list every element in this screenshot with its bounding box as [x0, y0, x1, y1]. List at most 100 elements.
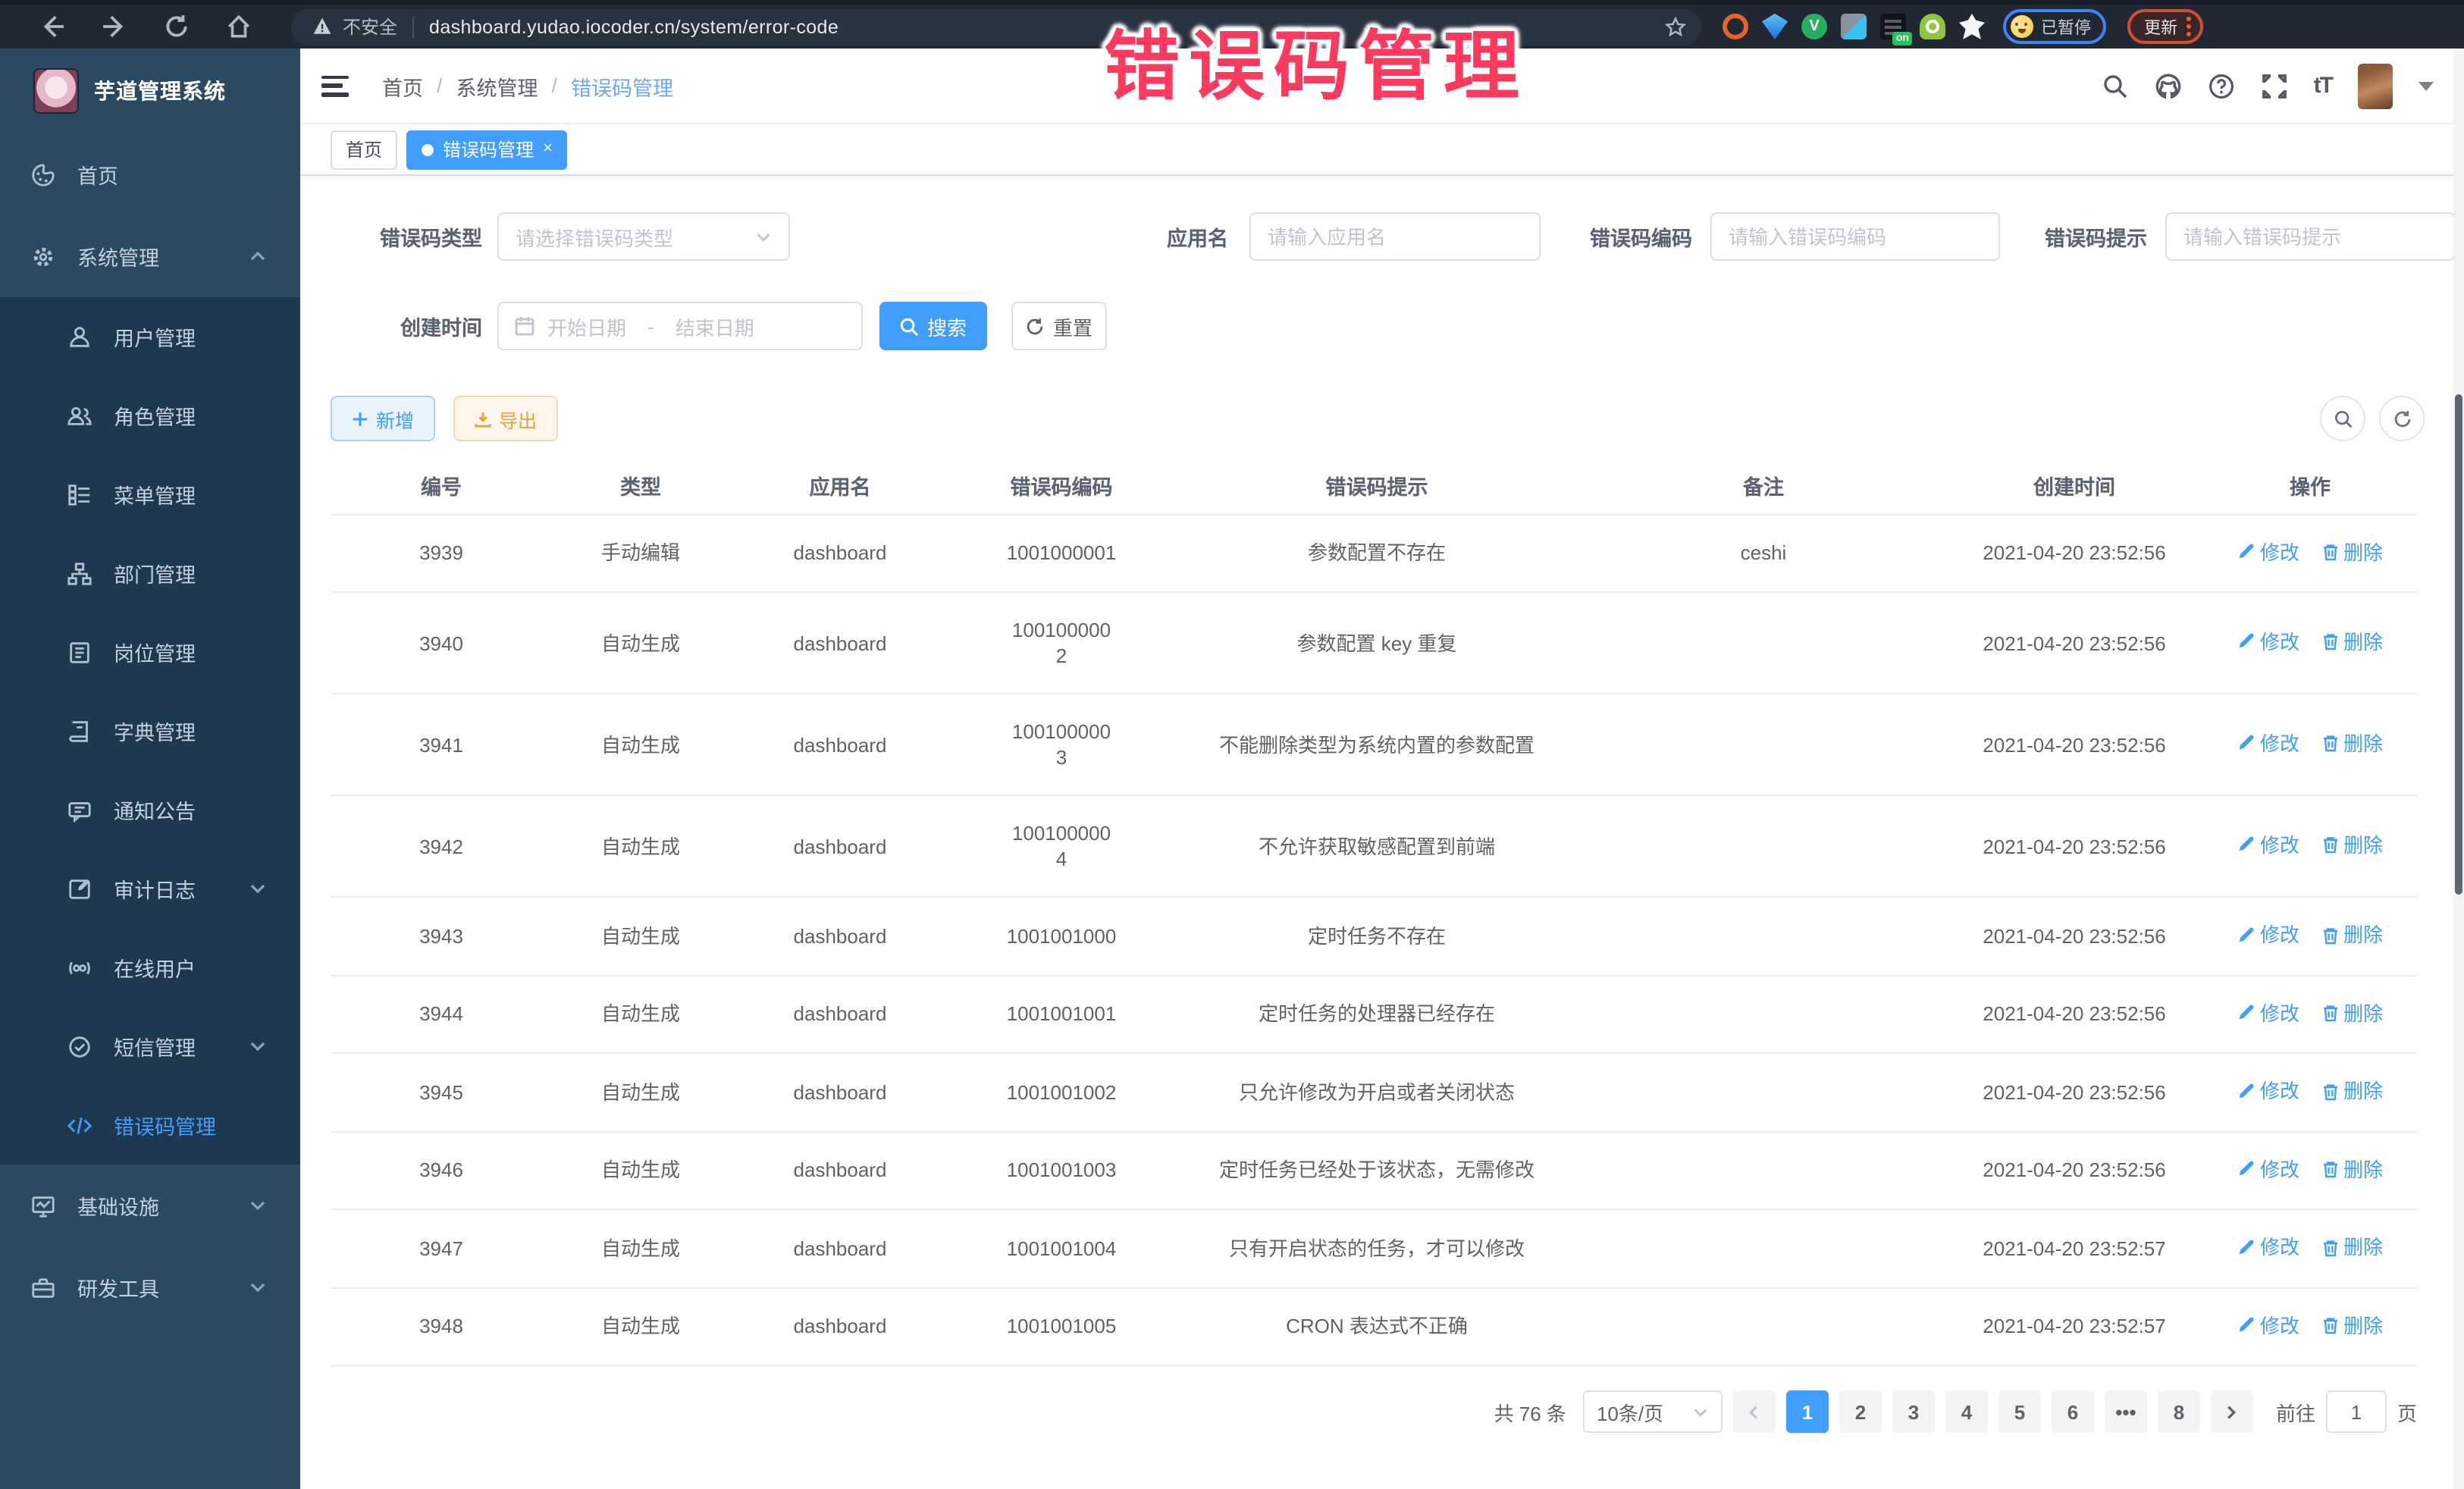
edit-link[interactable]: 修改: [2237, 922, 2299, 948]
help-icon[interactable]: [2208, 72, 2235, 99]
sidebar-item-dashboard[interactable]: 首页: [0, 133, 300, 215]
page-size-select[interactable]: 10条/页: [1583, 1390, 1723, 1433]
bookmark-star-icon[interactable]: [1665, 16, 1686, 37]
sidebar-item-users[interactable]: 角色管理: [0, 376, 300, 455]
sidebar-item-code[interactable]: 错误码管理: [0, 1086, 300, 1165]
delete-link[interactable]: 删除: [2321, 629, 2383, 655]
browser-home-button[interactable]: [226, 14, 252, 39]
error-msg-input[interactable]: [2165, 212, 2455, 261]
sidebar-item-online-user[interactable]: 在线用户: [0, 928, 300, 1007]
tab-close-icon[interactable]: ×: [543, 141, 553, 158]
cell-code: 1001001003: [951, 1131, 1172, 1209]
page-scrollbar[interactable]: [2453, 49, 2464, 1489]
audit-log-icon: [67, 876, 92, 901]
edit-link[interactable]: 修改: [2237, 832, 2299, 858]
page-button-4[interactable]: 4: [1945, 1390, 1988, 1433]
breadcrumb-separator: /: [437, 74, 443, 97]
reset-button[interactable]: 重置: [1011, 302, 1107, 350]
paused-badge[interactable]: 已暂停: [2003, 9, 2106, 44]
refresh-table-button[interactable]: [2379, 396, 2425, 441]
sidebar-item-sms[interactable]: 短信管理: [0, 1007, 300, 1086]
scrollbar-thumb[interactable]: [2455, 394, 2462, 895]
cell-message: 不允许获取敏感配置到前端: [1172, 795, 1582, 897]
edit-link[interactable]: 修改: [2237, 1078, 2299, 1104]
page-button-5[interactable]: 5: [1998, 1390, 2041, 1433]
browser-forward-button[interactable]: [102, 14, 127, 39]
extension-blue-icon[interactable]: [1762, 14, 1788, 39]
sidebar-item-dict[interactable]: 字典管理: [0, 691, 300, 770]
github-icon[interactable]: [2155, 72, 2182, 99]
browser-update-button[interactable]: 更新: [2127, 9, 2203, 44]
page-button-3[interactable]: 3: [1892, 1390, 1935, 1433]
sidebar-item-org-tree[interactable]: 部门管理: [0, 534, 300, 613]
goto-page-input[interactable]: [2326, 1390, 2387, 1433]
address-bar[interactable]: 不安全 dashboard.yudao.iocoder.cn/system/er…: [291, 8, 1701, 45]
sidebar-item-post-badge[interactable]: 岗位管理: [0, 613, 300, 691]
page-button-8[interactable]: 8: [2158, 1390, 2200, 1433]
sidebar-item-tools[interactable]: 研发工具: [0, 1246, 300, 1328]
edit-link[interactable]: 修改: [2237, 1234, 2299, 1260]
app-logo-row[interactable]: 芋道管理系统: [0, 49, 300, 133]
add-button[interactable]: 新增: [331, 396, 435, 441]
page-button-1[interactable]: 1: [1786, 1390, 1829, 1433]
font-size-icon[interactable]: tT: [2314, 73, 2332, 99]
page-button-6[interactable]: 6: [2052, 1390, 2094, 1433]
forward-arrow-icon: [102, 14, 127, 39]
error-type-select[interactable]: 请选择错误码类型: [497, 212, 790, 261]
page-ellipsis[interactable]: •••: [2105, 1390, 2147, 1433]
error-code-input[interactable]: [1710, 212, 2000, 261]
toggle-search-button[interactable]: [2320, 396, 2365, 441]
delete-link[interactable]: 删除: [2321, 922, 2383, 948]
delete-link[interactable]: 删除: [2321, 1156, 2383, 1182]
hamburger-icon[interactable]: [321, 75, 349, 96]
next-page-button[interactable]: [2211, 1390, 2253, 1433]
edit-link[interactable]: 修改: [2237, 1156, 2299, 1182]
extension-orange-icon[interactable]: [1723, 14, 1748, 39]
sidebar-item-announce[interactable]: 通知公告: [0, 770, 300, 849]
kebab-menu-icon[interactable]: [2187, 17, 2191, 36]
delete-link[interactable]: 删除: [2321, 731, 2383, 757]
edit-link[interactable]: 修改: [2237, 1312, 2299, 1338]
sidebar-item-infra[interactable]: 基础设施: [0, 1165, 300, 1246]
sidebar-item-user[interactable]: 用户管理: [0, 297, 300, 376]
export-button[interactable]: 导出: [453, 396, 558, 441]
delete-link[interactable]: 删除: [2321, 1078, 2383, 1104]
edit-link[interactable]: 修改: [2237, 539, 2299, 565]
sidebar-item-label: 首页: [77, 159, 118, 190]
search-button[interactable]: 搜索: [879, 302, 987, 350]
extension-pin-icon[interactable]: [1959, 14, 1985, 39]
delete-link[interactable]: 删除: [2321, 1234, 2383, 1260]
breadcrumb-home[interactable]: 首页: [382, 71, 423, 101]
date-range-picker[interactable]: 开始日期 - 结束日期: [497, 302, 863, 350]
browser-reload-button[interactable]: [164, 14, 190, 39]
sidebar-item-audit-log[interactable]: 审计日志: [0, 849, 300, 928]
code-icon: [67, 1112, 92, 1138]
edit-link[interactable]: 修改: [2237, 731, 2299, 757]
edit-link[interactable]: 修改: [2237, 629, 2299, 655]
browser-back-button[interactable]: [39, 14, 65, 39]
app-name-input[interactable]: [1249, 212, 1541, 261]
extension-adblock-icon[interactable]: on: [1880, 14, 1906, 39]
avatar-caret-icon[interactable]: [2419, 81, 2434, 90]
prev-page-button[interactable]: [1733, 1390, 1776, 1433]
extension-green-icon[interactable]: V: [1801, 14, 1827, 39]
sidebar-item-gear[interactable]: 系统管理: [0, 215, 300, 297]
cell-app: dashboard: [729, 1053, 951, 1131]
sidebar-item-menu-tree[interactable]: 菜单管理: [0, 455, 300, 534]
search-icon[interactable]: [2102, 72, 2129, 99]
extension-key-icon[interactable]: [1920, 14, 1945, 39]
page-button-2[interactable]: 2: [1839, 1390, 1882, 1433]
fullscreen-icon[interactable]: [2261, 72, 2288, 99]
delete-link[interactable]: 删除: [2321, 1312, 2383, 1338]
delete-link[interactable]: 删除: [2321, 539, 2383, 565]
extension-grid-icon[interactable]: [1841, 14, 1867, 39]
delete-link[interactable]: 删除: [2321, 832, 2383, 858]
breadcrumb-system[interactable]: 系统管理: [456, 71, 538, 101]
tab-error-code[interactable]: 错误码管理 ×: [406, 130, 568, 169]
edit-link[interactable]: 修改: [2237, 1000, 2299, 1026]
delete-link[interactable]: 删除: [2321, 1000, 2383, 1026]
cell-remark: [1582, 1053, 1945, 1131]
user-avatar[interactable]: [2358, 63, 2393, 108]
cell-created: 2021-04-20 23:52:56: [1945, 1131, 2203, 1209]
tab-home[interactable]: 首页: [331, 130, 397, 169]
